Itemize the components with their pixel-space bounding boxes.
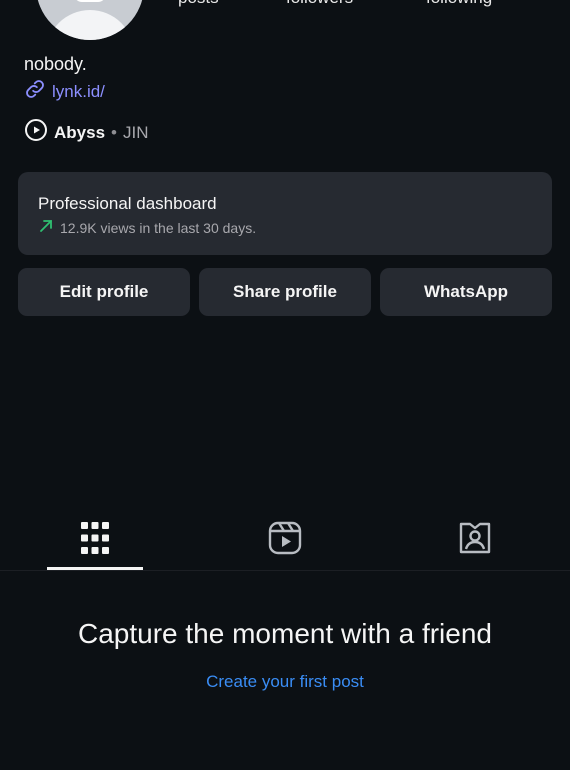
music-song-title: Abyss xyxy=(54,122,106,142)
followers-stat-label[interactable]: followers xyxy=(286,0,353,8)
bio-link-text[interactable]: lynk.id/ xyxy=(52,82,105,102)
bio-text: nobody. xyxy=(24,54,87,74)
music-artist: JIN xyxy=(122,122,149,142)
whatsapp-button[interactable]: WhatsApp xyxy=(380,268,552,316)
profile-music[interactable]: Abyss • JIN xyxy=(24,118,148,147)
tab-posts-grid[interactable] xyxy=(47,510,143,570)
reels-icon xyxy=(267,520,303,561)
create-first-post-link[interactable]: Create your first post xyxy=(0,672,570,692)
tab-reels[interactable] xyxy=(237,510,333,570)
avatar-body-shape xyxy=(46,10,134,40)
play-circle-icon xyxy=(24,118,48,147)
profile-avatar[interactable] xyxy=(36,0,144,40)
avatar-head-shape xyxy=(74,0,106,2)
grid-icon xyxy=(80,521,110,560)
following-stat-label[interactable]: following xyxy=(426,0,492,8)
tabs-divider xyxy=(0,570,570,571)
posts-stat-label[interactable]: posts xyxy=(178,0,219,8)
dashboard-title: Professional dashboard xyxy=(38,194,217,213)
empty-state-title: Capture the moment with a friend xyxy=(78,618,492,649)
tagged-person-icon xyxy=(457,520,493,561)
link-icon xyxy=(24,78,46,105)
trend-up-arrow-icon xyxy=(38,218,54,237)
profile-content-tabs xyxy=(0,510,570,572)
dashboard-subtitle: 12.9K views in the last 30 days. xyxy=(60,219,257,236)
professional-dashboard-card[interactable]: Professional dashboard 12.9K views in th… xyxy=(18,172,552,255)
music-separator: • xyxy=(111,122,117,142)
edit-profile-button[interactable]: Edit profile xyxy=(18,268,190,316)
bio-link[interactable]: lynk.id/ xyxy=(24,78,105,105)
tab-tagged[interactable] xyxy=(427,510,523,570)
dashboard-subtitle-row: 12.9K views in the last 30 days. xyxy=(38,218,256,237)
share-profile-button[interactable]: Share profile xyxy=(199,268,371,316)
